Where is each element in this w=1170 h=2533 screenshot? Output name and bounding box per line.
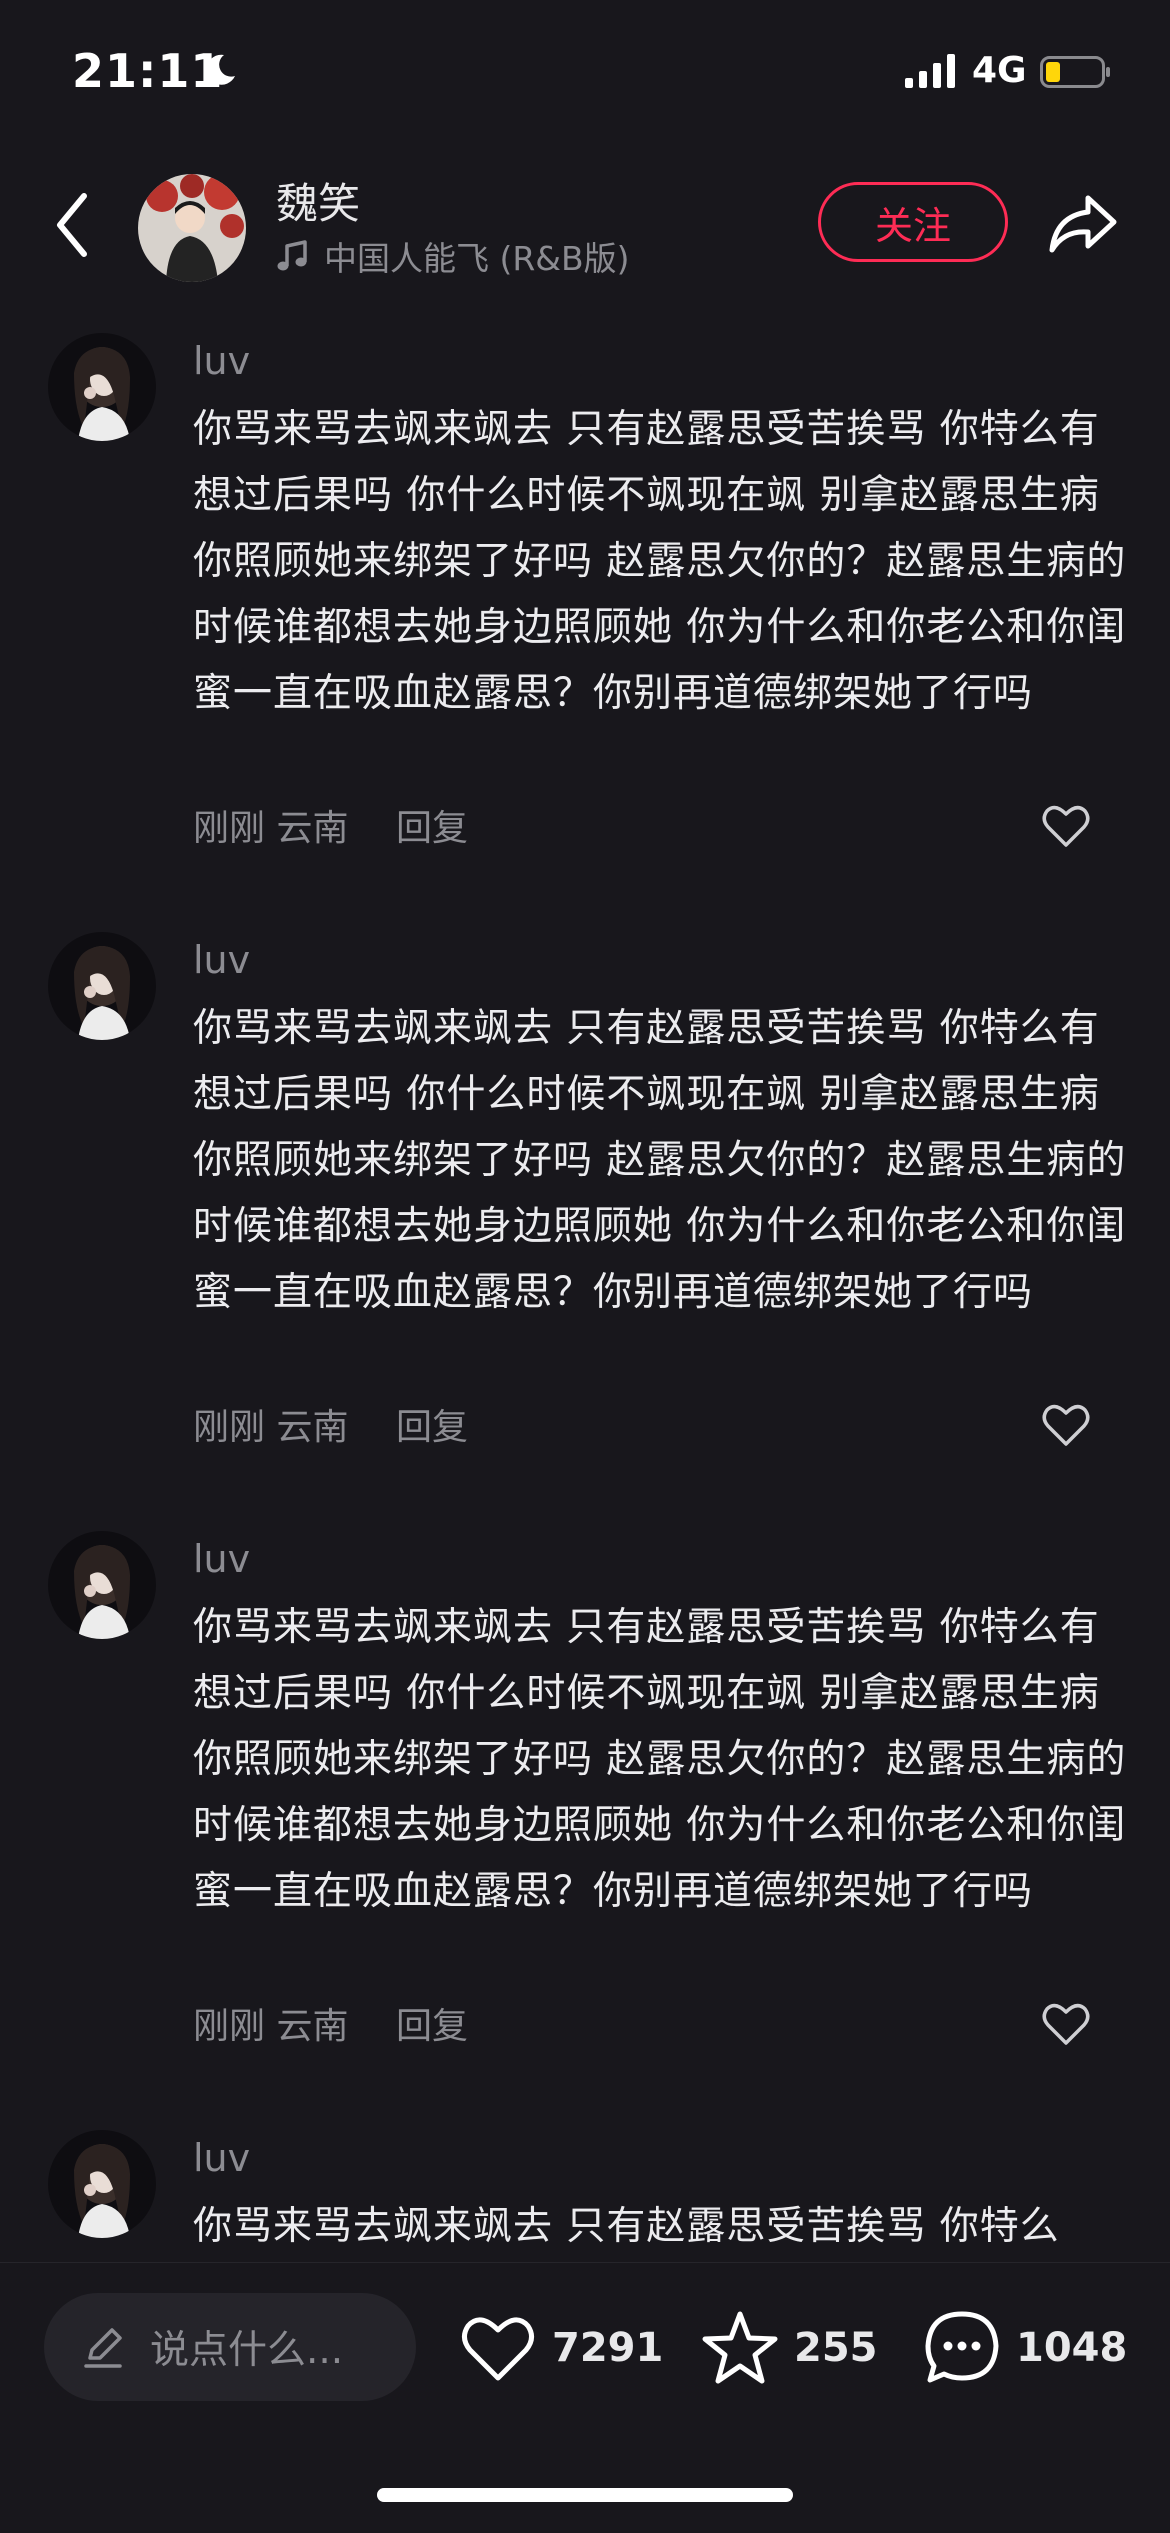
star-icon — [702, 2311, 778, 2384]
comment-meta: 刚刚 云南 回复 — [193, 799, 468, 851]
heart-icon[interactable] — [1040, 1402, 1092, 1448]
comment-text: 你骂来骂去飒来飒去 只有赵露思受苦挨骂 你特么有想过后果吗 你什么时候不飒现在飒… — [193, 1006, 1127, 1315]
author-avatar[interactable] — [138, 174, 246, 282]
commenter-avatar[interactable] — [48, 333, 156, 441]
signal-icon — [905, 54, 955, 88]
comment-username[interactable]: luv — [193, 2136, 250, 2180]
reply-button[interactable]: 回复 — [396, 1407, 468, 1448]
comment-location: 云南 — [276, 808, 349, 849]
comment-username[interactable]: luv — [193, 938, 250, 982]
music-title: 中国人能飞 (R&B版) — [324, 239, 630, 278]
comment-username[interactable]: luv — [193, 1537, 250, 1581]
battery-icon — [1040, 56, 1110, 88]
author-name[interactable]: 魏笑 — [276, 170, 360, 231]
comment-meta: 刚刚 云南 回复 — [193, 1398, 468, 1450]
like-count: 7291 — [552, 2325, 664, 2371]
favorite-count: 255 — [794, 2325, 878, 2371]
pencil-icon — [84, 2328, 122, 2368]
moon-icon — [206, 54, 235, 85]
comment-time: 刚刚 — [193, 1407, 266, 1448]
comment-time: 刚刚 — [193, 2006, 266, 2047]
commenter-avatar[interactable] — [48, 1531, 156, 1639]
comment-username[interactable]: luv — [193, 339, 250, 383]
comment-text: 你骂来骂去飒来飒去 只有赵露思受苦挨骂 你特么有想过后果吗 你什么时候不飒现在飒… — [193, 1605, 1127, 1914]
comment-text: 你骂来骂去飒来飒去 只有赵露思受苦挨骂 你特么有想过后果吗 你什么时候不飒现在飒… — [193, 407, 1127, 716]
music-note-icon — [277, 240, 307, 271]
comment-input[interactable]: 说点什么... — [44, 2293, 416, 2401]
comment-location: 云南 — [276, 2006, 349, 2047]
comment-location: 云南 — [276, 1407, 349, 1448]
status-time: 21:11 — [72, 44, 224, 98]
comment-bubble-icon — [925, 2311, 999, 2383]
like-button[interactable]: 7291 — [458, 2305, 663, 2391]
favorite-button[interactable]: 255 — [700, 2305, 878, 2391]
commenter-avatar[interactable] — [48, 932, 156, 1040]
comment-count: 1048 — [1016, 2325, 1128, 2371]
follow-button[interactable]: 关注 — [818, 182, 1008, 262]
back-arrow-icon[interactable] — [50, 190, 94, 260]
reply-button[interactable]: 回复 — [396, 2006, 468, 2047]
comment-text: 你骂来骂去飒来飒去 只有赵露思受苦挨骂 你特么 — [193, 2204, 1060, 2249]
share-icon[interactable] — [1046, 192, 1118, 256]
comment-meta: 刚刚 云南 回复 — [193, 1997, 468, 2049]
comment-count-button[interactable]: 1048 — [922, 2305, 1127, 2391]
network-type: 4G — [972, 50, 1027, 91]
comment-input-placeholder: 说点什么... — [150, 2328, 344, 2373]
heart-icon[interactable] — [1040, 2001, 1092, 2047]
reply-button[interactable]: 回复 — [396, 808, 468, 849]
heart-icon — [462, 2317, 534, 2381]
comment-time: 刚刚 — [193, 808, 266, 849]
status-bar: 21:11 4G — [0, 0, 1170, 150]
home-indicator[interactable] — [377, 2488, 793, 2502]
music-info[interactable]: 中国人能飞 (R&B版) — [276, 236, 630, 278]
post-header: 魏笑 中国人能飞 (R&B版) 关注 — [0, 160, 1170, 290]
heart-icon[interactable] — [1040, 803, 1092, 849]
commenter-avatar[interactable] — [48, 2130, 156, 2238]
